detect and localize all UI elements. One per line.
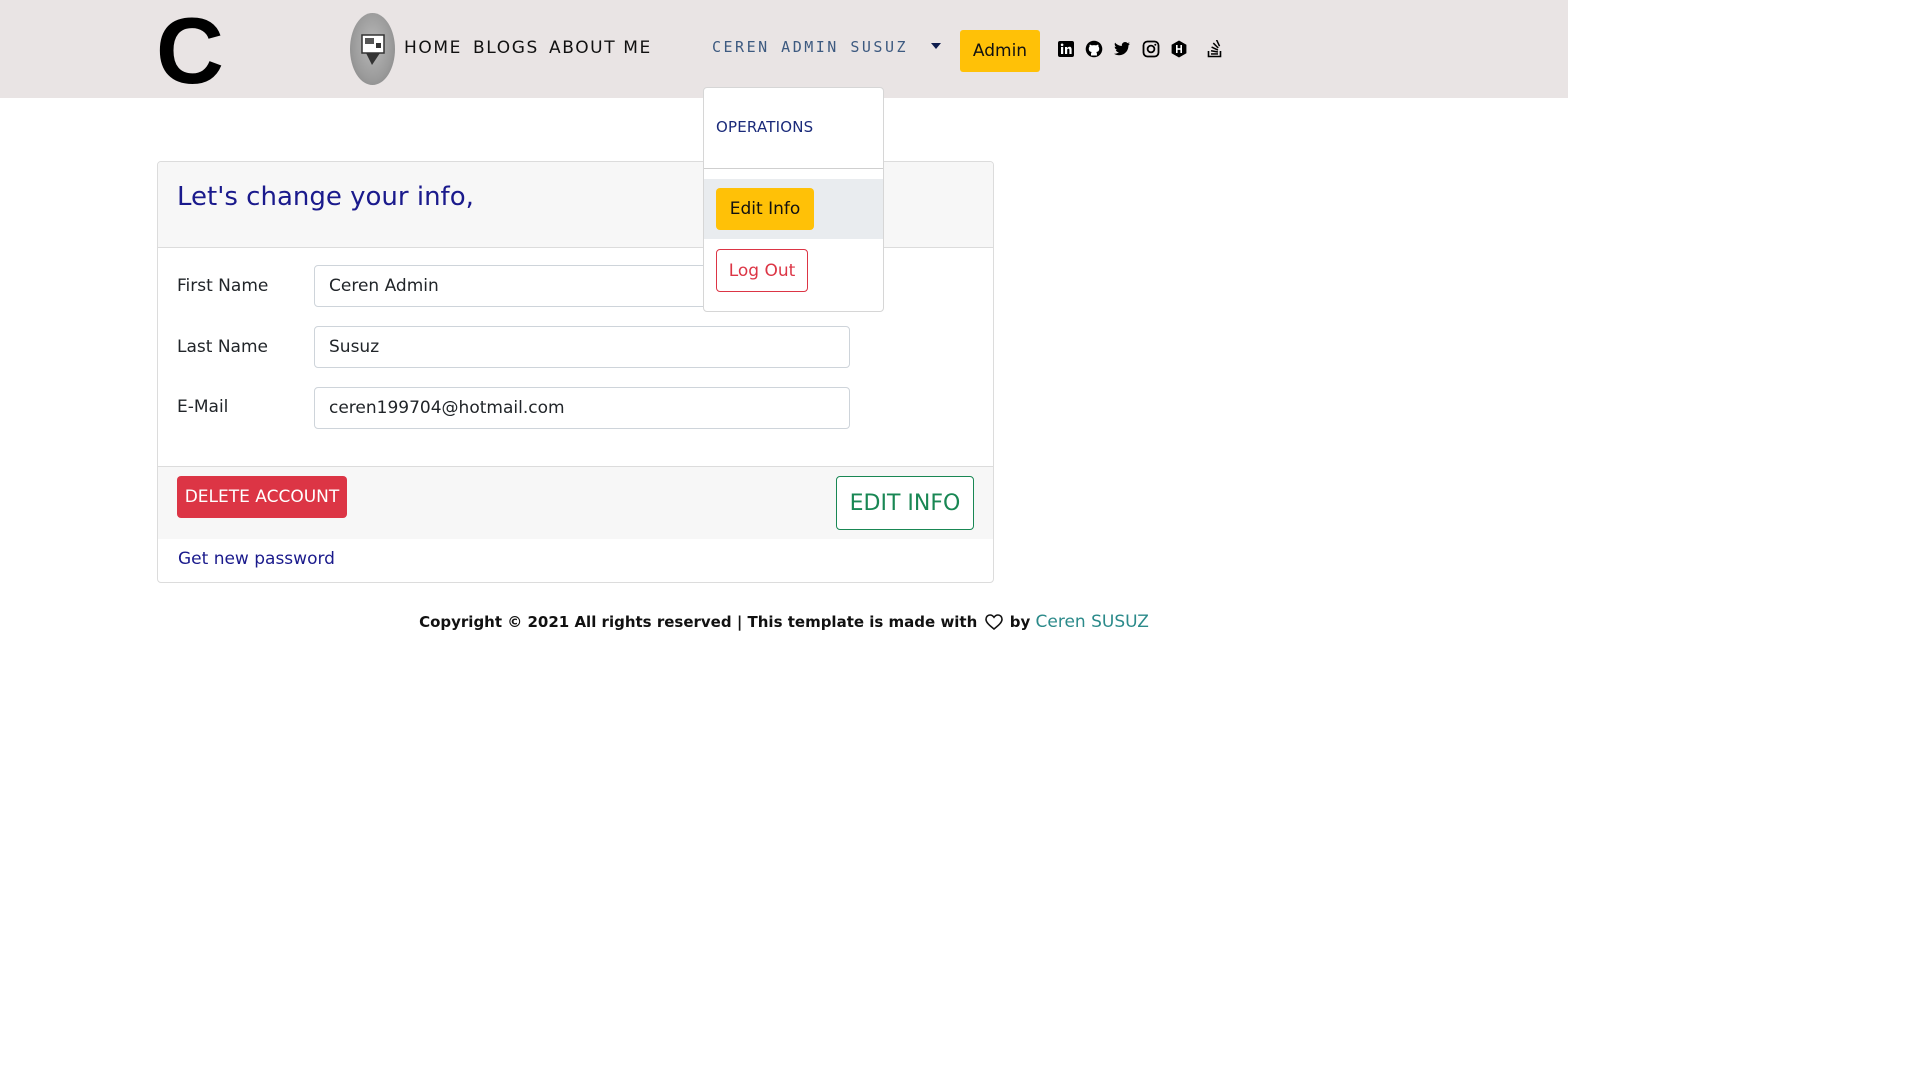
dropdown-header: OPERATIONS (716, 118, 814, 136)
edit-info-button[interactable]: EDIT INFO (836, 476, 974, 530)
dropdown-edit-info-button[interactable]: Edit Info (716, 188, 814, 230)
email-input[interactable] (314, 387, 850, 429)
linkedin-icon[interactable] (1057, 40, 1075, 58)
stackoverflow-icon[interactable] (1206, 40, 1224, 58)
twitter-icon[interactable] (1113, 40, 1131, 58)
avatar-image (361, 34, 385, 65)
admin-button[interactable]: Admin (960, 30, 1040, 72)
footer-author-link[interactable]: Ceren SUSUZ (1036, 612, 1149, 632)
site-logo[interactable]: C (156, 4, 224, 98)
navbar: C HOME BLOGS ABOUT ME CEREN ADMIN SUSUZ … (0, 0, 1568, 98)
dropdown-log-out-button[interactable]: Log Out (716, 249, 808, 292)
footer-copyright-text: Copyright © 2021 All rights reserved | T… (419, 613, 978, 631)
avatar[interactable] (350, 13, 395, 85)
caret-down-icon[interactable] (931, 43, 941, 49)
first-name-label: First Name (177, 276, 269, 296)
last-name-label: Last Name (177, 337, 268, 357)
page-footer: Copyright © 2021 All rights reserved | T… (0, 612, 1568, 634)
heart-icon (984, 614, 1003, 634)
nav-about-me-link[interactable]: ABOUT ME (549, 38, 652, 58)
card-title: Let's change your info, (177, 182, 474, 212)
user-menu-toggle[interactable]: CEREN ADMIN SUSUZ (712, 38, 908, 56)
dropdown-divider (704, 168, 883, 169)
user-dropdown-menu: OPERATIONS Edit Info Log Out (703, 87, 884, 312)
footer-by-text: by (1009, 613, 1031, 631)
delete-account-button[interactable]: DELETE ACCOUNT (177, 476, 347, 518)
last-name-input[interactable] (314, 326, 850, 368)
instagram-icon[interactable] (1142, 40, 1160, 58)
nav-blogs-link[interactable]: BLOGS (473, 38, 539, 58)
github-icon[interactable] (1085, 40, 1103, 58)
nav-home-link[interactable]: HOME (404, 38, 462, 58)
hashnode-icon[interactable] (1170, 40, 1188, 58)
card-footer: DELETE ACCOUNT EDIT INFO (158, 466, 993, 539)
get-new-password-link[interactable]: Get new password (178, 549, 335, 569)
email-label: E-Mail (177, 397, 229, 417)
